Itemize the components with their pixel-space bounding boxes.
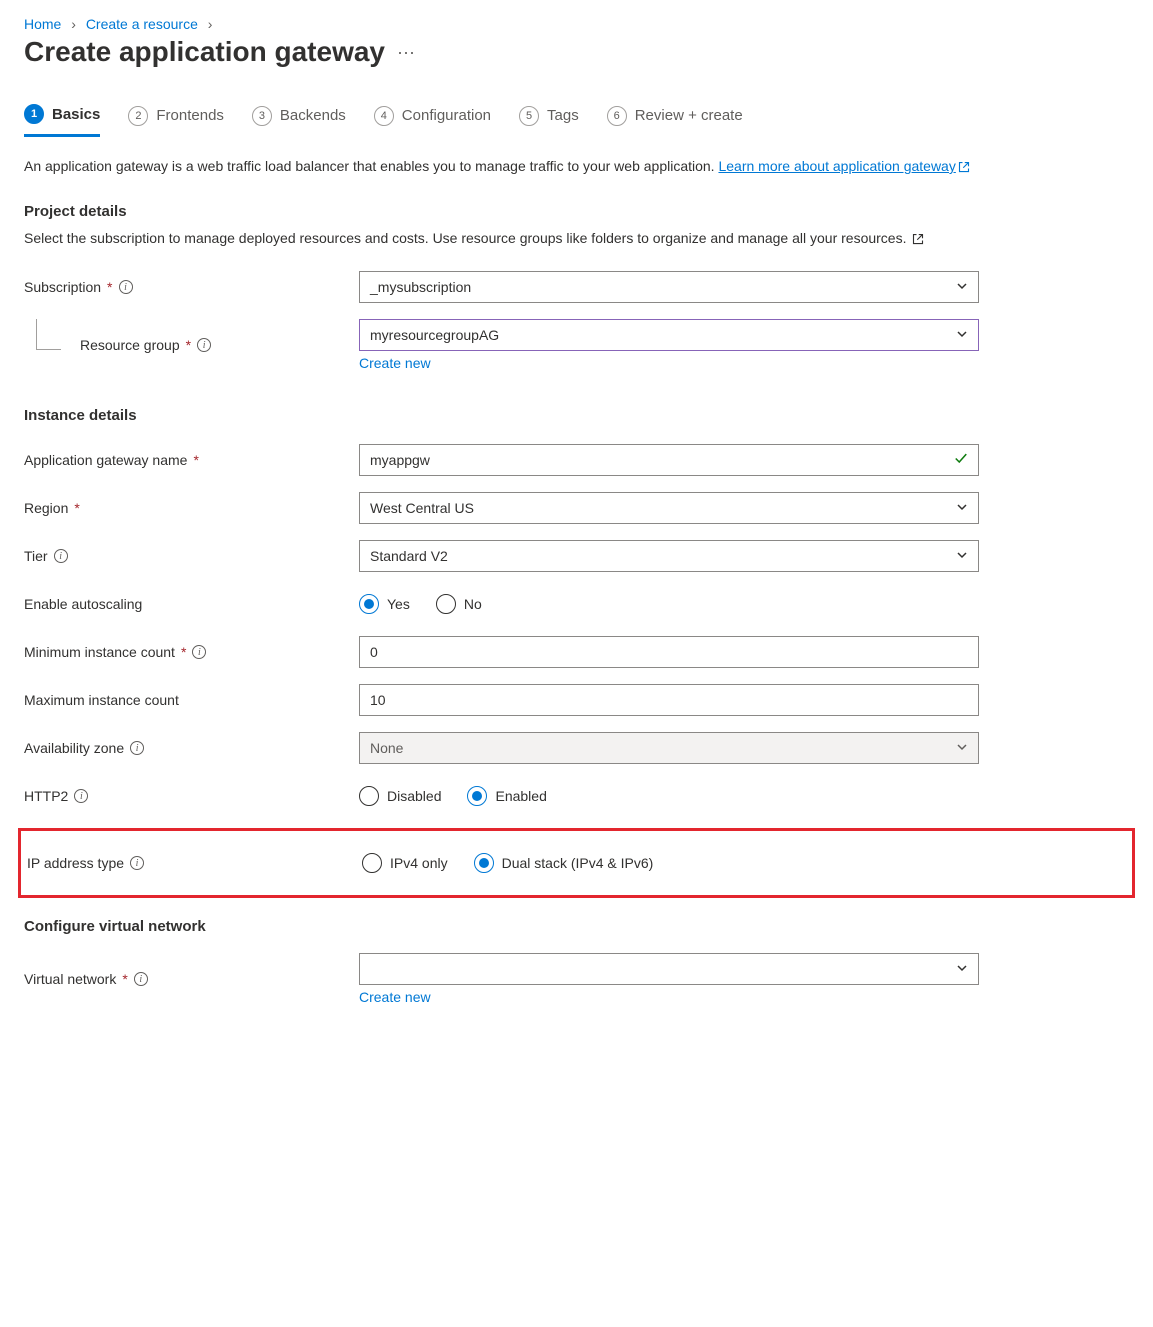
tab-label: Review + create (635, 107, 743, 124)
tab-label: Frontends (156, 107, 224, 124)
region-select[interactable]: West Central US (359, 492, 979, 524)
info-icon[interactable]: i (192, 645, 206, 659)
tab-configuration[interactable]: 4 Configuration (374, 104, 491, 137)
radio-icon (359, 594, 379, 614)
info-icon[interactable]: i (74, 789, 88, 803)
radio-icon (467, 786, 487, 806)
step-number-icon: 6 (607, 106, 627, 126)
required-icon: * (181, 644, 186, 660)
max-instance-input[interactable]: 10 (359, 684, 979, 716)
tab-tags[interactable]: 5 Tags (519, 104, 579, 137)
configure-vnet-heading: Configure virtual network (24, 918, 1129, 935)
subscription-select[interactable]: _mysubscription (359, 271, 979, 303)
info-icon[interactable]: i (130, 741, 144, 755)
region-label: Region * (24, 500, 359, 516)
chevron-right-icon: › (71, 16, 76, 32)
tab-backends[interactable]: 3 Backends (252, 104, 346, 137)
external-link-icon[interactable] (910, 230, 924, 246)
autoscaling-no-radio[interactable]: No (436, 594, 482, 614)
radio-icon (359, 786, 379, 806)
gateway-name-label: Application gateway name * (24, 452, 359, 468)
checkmark-icon (954, 452, 968, 469)
tab-basics[interactable]: 1 Basics (24, 104, 100, 137)
more-actions-button[interactable]: ··· (397, 42, 415, 63)
chevron-down-icon (956, 961, 968, 977)
step-number-icon: 2 (128, 106, 148, 126)
chevron-right-icon: › (208, 16, 213, 32)
step-number-icon: 1 (24, 104, 44, 124)
radio-icon (474, 853, 494, 873)
radio-icon (436, 594, 456, 614)
autoscaling-label: Enable autoscaling (24, 596, 359, 612)
http2-disabled-radio[interactable]: Disabled (359, 786, 441, 806)
subscription-label: Subscription * i (24, 279, 359, 295)
page-title: Create application gateway (24, 36, 385, 68)
info-icon[interactable]: i (130, 856, 144, 870)
http2-enabled-radio[interactable]: Enabled (467, 786, 546, 806)
ip-address-type-label: IP address type i (27, 855, 362, 871)
dual-stack-radio[interactable]: Dual stack (IPv4 & IPv6) (474, 853, 654, 873)
step-number-icon: 5 (519, 106, 539, 126)
tab-review-create[interactable]: 6 Review + create (607, 104, 743, 137)
resource-group-select[interactable]: myresourcegroupAG (359, 319, 979, 351)
info-icon[interactable]: i (119, 280, 133, 294)
radio-icon (362, 853, 382, 873)
tier-select[interactable]: Standard V2 (359, 540, 979, 572)
tab-label: Basics (52, 106, 100, 123)
min-instance-input[interactable]: 0 (359, 636, 979, 668)
external-link-icon (956, 158, 970, 174)
chevron-down-icon (956, 500, 968, 516)
project-details-heading: Project details (24, 203, 1129, 220)
project-details-description: Select the subscription to manage deploy… (24, 228, 1129, 249)
breadcrumb-home[interactable]: Home (24, 16, 61, 32)
gateway-name-input[interactable]: myappgw (359, 444, 979, 476)
tier-label: Tier i (24, 548, 359, 564)
required-icon: * (122, 971, 127, 987)
ip-address-type-highlight: IP address type i IPv4 only Dual stack (… (18, 828, 1135, 898)
required-icon: * (74, 500, 79, 516)
required-icon: * (107, 279, 112, 295)
tab-label: Configuration (402, 107, 491, 124)
intro-text: An application gateway is a web traffic … (24, 156, 1129, 177)
tab-label: Backends (280, 107, 346, 124)
resource-group-label: Resource group * i (24, 337, 359, 353)
info-icon[interactable]: i (134, 972, 148, 986)
breadcrumb: Home › Create a resource › (24, 16, 1129, 32)
chevron-down-icon (956, 279, 968, 295)
step-number-icon: 4 (374, 106, 394, 126)
availability-zone-label: Availability zone i (24, 740, 359, 756)
step-number-icon: 3 (252, 106, 272, 126)
tab-frontends[interactable]: 2 Frontends (128, 104, 224, 137)
required-icon: * (186, 337, 191, 353)
wizard-tabs: 1 Basics 2 Frontends 3 Backends 4 Config… (24, 104, 1129, 138)
create-new-vnet-link[interactable]: Create new (359, 989, 431, 1005)
min-instance-label: Minimum instance count * i (24, 644, 359, 660)
instance-details-heading: Instance details (24, 407, 1129, 424)
required-icon: * (193, 452, 198, 468)
virtual-network-select[interactable] (359, 953, 979, 985)
create-new-rg-link[interactable]: Create new (359, 355, 431, 371)
virtual-network-label: Virtual network * i (24, 971, 359, 987)
availability-zone-select[interactable]: None (359, 732, 979, 764)
ipv4-only-radio[interactable]: IPv4 only (362, 853, 448, 873)
tab-label: Tags (547, 107, 579, 124)
breadcrumb-create-resource[interactable]: Create a resource (86, 16, 198, 32)
info-icon[interactable]: i (197, 338, 211, 352)
chevron-down-icon (956, 548, 968, 564)
max-instance-label: Maximum instance count (24, 692, 359, 708)
chevron-down-icon (956, 740, 968, 756)
http2-label: HTTP2 i (24, 788, 359, 804)
chevron-down-icon (956, 327, 968, 343)
learn-more-link[interactable]: Learn more about application gateway (718, 158, 969, 174)
autoscaling-yes-radio[interactable]: Yes (359, 594, 410, 614)
info-icon[interactable]: i (54, 549, 68, 563)
